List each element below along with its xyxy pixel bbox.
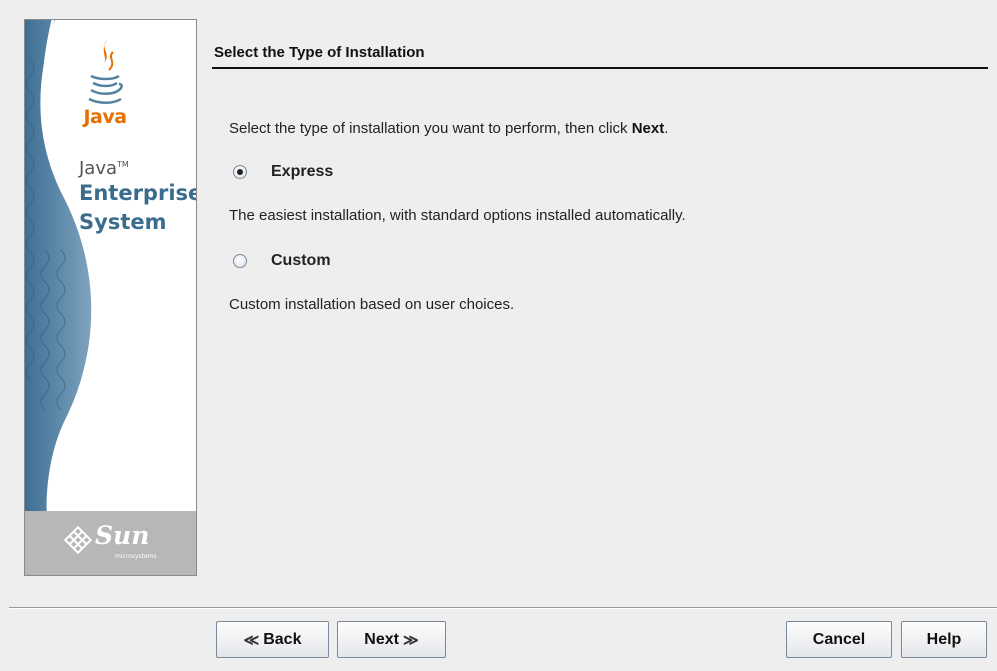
sun-logo-band: Sun microsystems [25, 511, 196, 575]
cancel-button-label: Cancel [812, 630, 866, 648]
express-label[interactable]: Express [271, 163, 333, 181]
custom-label[interactable]: Custom [271, 252, 331, 270]
java-logo: Java [75, 38, 135, 148]
product-line-java: JavaTM [79, 158, 129, 179]
back-button-label: Back [263, 630, 302, 648]
cancel-button[interactable]: Cancel [786, 621, 892, 658]
custom-description: Custom installation based on user choice… [229, 296, 515, 313]
branding-panel: Java JavaTM Enterprise System Sun micros… [24, 19, 197, 576]
express-radio[interactable] [233, 165, 247, 179]
next-button-label: Next [364, 630, 399, 648]
product-line-enterprise: Enterprise [79, 181, 197, 205]
help-button[interactable]: Help [901, 621, 987, 658]
express-description: The easiest installation, with standard … [229, 207, 686, 224]
double-chevron-right-icon: ≫ [402, 631, 419, 649]
java-logo-text: Java [83, 106, 127, 128]
next-button[interactable]: Next ≫ [337, 621, 446, 658]
sun-logo-subtext: microsystems [115, 553, 157, 560]
express-option[interactable]: Express [233, 163, 333, 181]
footer-divider [9, 607, 997, 608]
back-button[interactable]: ≪ Back [216, 621, 329, 658]
custom-option[interactable]: Custom [233, 252, 331, 270]
java-cup-icon [88, 40, 123, 104]
custom-radio[interactable] [233, 254, 247, 268]
page-title: Select the Type of Installation [214, 44, 425, 61]
instruction-text: Select the type of installation you want… [229, 120, 669, 137]
help-button-label: Help [926, 630, 962, 648]
double-chevron-left-icon: ≪ [243, 631, 260, 649]
sun-logo-text: Sun [95, 521, 150, 550]
product-name: JavaTM Enterprise System [79, 158, 197, 237]
sun-diamond-icon [63, 525, 93, 555]
header-divider [212, 67, 988, 69]
product-line-system: System [79, 210, 167, 234]
